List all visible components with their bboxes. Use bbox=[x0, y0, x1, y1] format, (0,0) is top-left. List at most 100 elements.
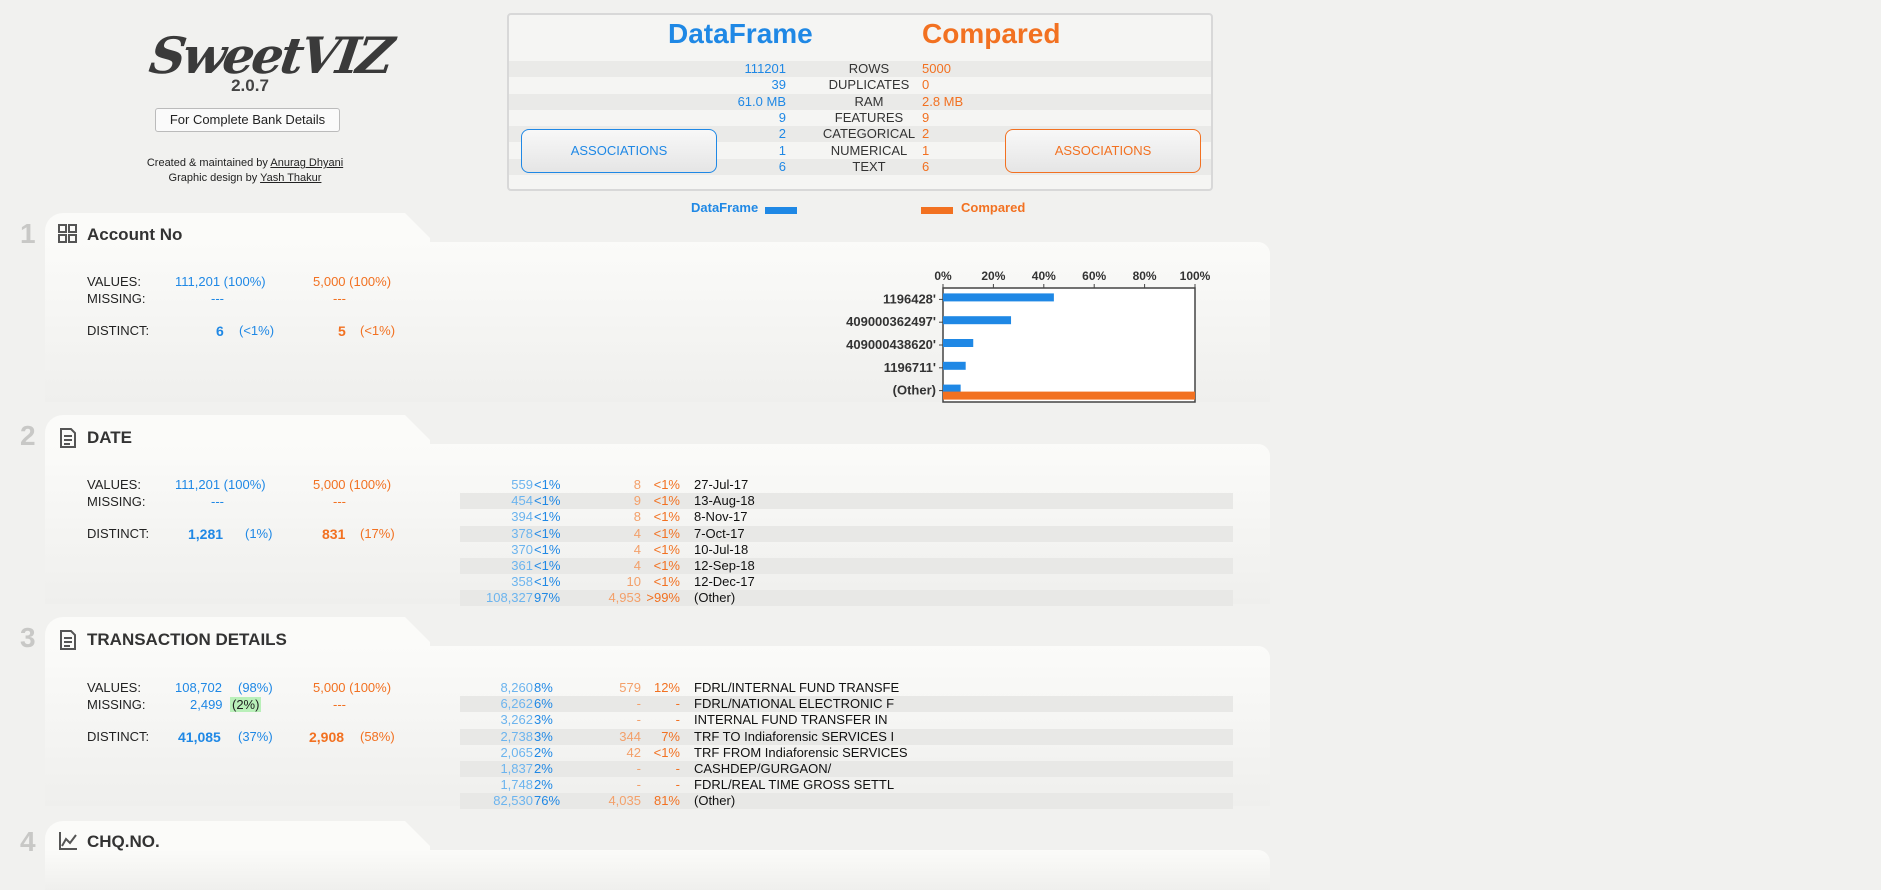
freq-pct-right: - bbox=[675, 777, 680, 793]
missing-left: --- bbox=[211, 494, 224, 509]
freq-pct-right: - bbox=[675, 712, 680, 728]
freq-row: 1,748 2% - - FDRL/REAL TIME GROSS SETTL bbox=[460, 777, 1233, 793]
chart-bar-dataframe bbox=[943, 384, 961, 393]
values-label: VALUES: bbox=[87, 680, 141, 695]
credit-maintained-prefix: Created & maintained by bbox=[146, 157, 271, 169]
distinct-left: 1,281 bbox=[188, 526, 224, 542]
freq-pct-left: <1% bbox=[534, 558, 561, 573]
summary-left-value: 9 bbox=[778, 109, 786, 125]
text-document-icon bbox=[60, 630, 76, 650]
freq-row: 108,327 97% 4,953 >99% (Other) bbox=[460, 590, 1233, 607]
chart-x-tick-label: 0% bbox=[934, 269, 952, 283]
values-right: 5,000 (100%) bbox=[313, 477, 392, 492]
distinct-right-pct: (<1%) bbox=[360, 323, 396, 338]
categorical-grid-icon bbox=[58, 224, 77, 243]
freq-row: 2,065 2% 42 <1% TRF FROM Indiaforensic SERVI… bbox=[460, 745, 1233, 761]
freq-row: 559 <1% 8 <1% 27-Jul-17 bbox=[460, 477, 1233, 493]
summary-row-label: FEATURES bbox=[834, 109, 904, 125]
distinct-label: DISTINCT: bbox=[87, 526, 150, 541]
freq-pct-right: <1% bbox=[653, 558, 680, 573]
distinct-left-pct: (<1%) bbox=[239, 323, 275, 338]
logo-wordmark: SweetVIZ bbox=[145, 26, 395, 85]
summary-left-value: 1 bbox=[778, 142, 786, 158]
freq-pct-left: <1% bbox=[534, 574, 561, 590]
numeric-line-chart-icon bbox=[59, 832, 77, 850]
chart-x-tick-label: 80% bbox=[1133, 269, 1157, 283]
values-left: 108,702 bbox=[175, 680, 222, 695]
freq-value: 12-Sep-18 bbox=[694, 558, 755, 573]
freq-pct-right: <1% bbox=[653, 744, 680, 760]
chart-category-label: (Other) bbox=[893, 383, 936, 398]
feature-number: 3 bbox=[20, 622, 36, 653]
freq-pct-left: <1% bbox=[534, 493, 561, 509]
freq-value: 10-Jul-18 bbox=[694, 541, 749, 557]
freq-row: 8,260 8% 579 12% FDRL/INTERNAL FUND TRANSFE bbox=[460, 680, 1233, 696]
summary-right-value: 5000 bbox=[922, 61, 951, 76]
freq-pct-right: <1% bbox=[653, 574, 680, 590]
chart-bar-compared bbox=[943, 391, 1195, 400]
freq-count-left: 394 bbox=[511, 509, 533, 525]
distinct-left-pct: (1%) bbox=[245, 526, 273, 541]
freq-value: 12-Dec-17 bbox=[694, 574, 755, 590]
credit-maintainer-link[interactable]: Anurag Dhyani bbox=[270, 157, 343, 169]
freq-pct-right: <1% bbox=[653, 509, 680, 525]
freq-count-left: 454 bbox=[511, 493, 533, 509]
feature-panel[interactable] bbox=[45, 850, 1270, 890]
distinct-left-pct: (37%) bbox=[238, 729, 273, 744]
freq-pct-left: 97% bbox=[534, 590, 561, 606]
summary-left-value: 6 bbox=[778, 158, 786, 174]
summary-right-value: 0 bbox=[922, 77, 930, 93]
summary-right-value: 2 bbox=[922, 126, 930, 142]
freq-value: CASHDEP/GURGAON/ bbox=[694, 761, 832, 776]
summary-right-value: 6 bbox=[922, 158, 930, 174]
freq-row: 394 <1% 8 <1% 8-Nov-17 bbox=[460, 509, 1233, 525]
values-right: 5,000 (100%) bbox=[313, 680, 392, 695]
credit-designer-link[interactable]: Yash Thakur bbox=[260, 172, 321, 184]
values-left: 111,201 (100%) bbox=[175, 477, 266, 492]
freq-pct-right: - bbox=[675, 696, 680, 712]
chart-x-tick-label: 40% bbox=[1032, 269, 1056, 283]
freq-count-left: 6,262 bbox=[500, 696, 533, 712]
chart-category-label: 409000362497' bbox=[846, 314, 936, 329]
account-no-bar-chart: 0% 20% 40% 60% 80% 100% 1196428' 409000362497' 4… bbox=[846, 269, 1211, 403]
distinct-right: 2,908 bbox=[309, 729, 345, 745]
freq-row: 454 <1% 9 <1% 13-Aug-18 bbox=[460, 493, 1233, 510]
distinct-left: 6 bbox=[216, 323, 224, 339]
chart-category-label: 1196428' bbox=[883, 291, 936, 306]
credit-design-prefix: Graphic design by bbox=[168, 172, 261, 184]
chart-category-label: 1196711' bbox=[884, 360, 936, 375]
freq-row: 3,262 3% - - INTERNAL FUND TRANSFER IN bbox=[460, 712, 1233, 728]
feature-number: 4 bbox=[20, 826, 36, 857]
freq-value: TRF FROM Indiaforensic SERVICES bbox=[694, 744, 908, 760]
chart-plot-area bbox=[942, 287, 1196, 403]
summary-left-value: 61.0 MB bbox=[737, 93, 786, 109]
freq-pct-left: 8% bbox=[534, 680, 553, 695]
freq-value: 27-Jul-17 bbox=[694, 477, 749, 492]
freq-pct-right: <1% bbox=[653, 493, 680, 509]
missing-label: MISSING: bbox=[87, 697, 146, 712]
summary-right-value: 9 bbox=[922, 109, 930, 125]
freq-pct-left: 3% bbox=[534, 712, 553, 728]
summary-left-value: 111201 bbox=[744, 61, 786, 76]
summary-row-label: NUMERICAL bbox=[830, 142, 908, 158]
credits: Created & maintained by Anurag Dhyani Gr… bbox=[130, 156, 360, 186]
missing-left: --- bbox=[211, 291, 224, 306]
distinct-right-pct: (58%) bbox=[360, 729, 395, 744]
freq-count-left: 559 bbox=[511, 477, 533, 492]
freq-value: FDRL/NATIONAL ELECTRONIC F bbox=[694, 696, 895, 712]
freq-row: 378 <1% 4 <1% 7-Oct-17 bbox=[460, 525, 1233, 542]
summary-row: 39 DUPLICATES 0 bbox=[509, 77, 1211, 93]
report-name-button[interactable]: For Complete Bank Details bbox=[155, 108, 340, 132]
feature-title: TRANSACTION DETAILS bbox=[87, 630, 287, 649]
associations-left-button[interactable]: ASSOCIATIONS bbox=[521, 129, 717, 173]
freq-value: TRF TO Indiaforensic SERVICES I bbox=[694, 728, 895, 744]
associations-right-button[interactable]: ASSOCIATIONS bbox=[1005, 129, 1201, 173]
freq-pct-left: <1% bbox=[534, 477, 561, 492]
missing-left-pct-wrap: (2%) bbox=[230, 697, 262, 712]
summary-left-value: 2 bbox=[778, 126, 786, 142]
feature-title: CHQ.NO. bbox=[87, 832, 160, 851]
freq-pct-right: <1% bbox=[653, 541, 680, 557]
freq-pct-right: - bbox=[675, 761, 680, 776]
freq-count-left: 358 bbox=[511, 574, 533, 590]
freq-count-left: 108,327 bbox=[486, 590, 533, 606]
